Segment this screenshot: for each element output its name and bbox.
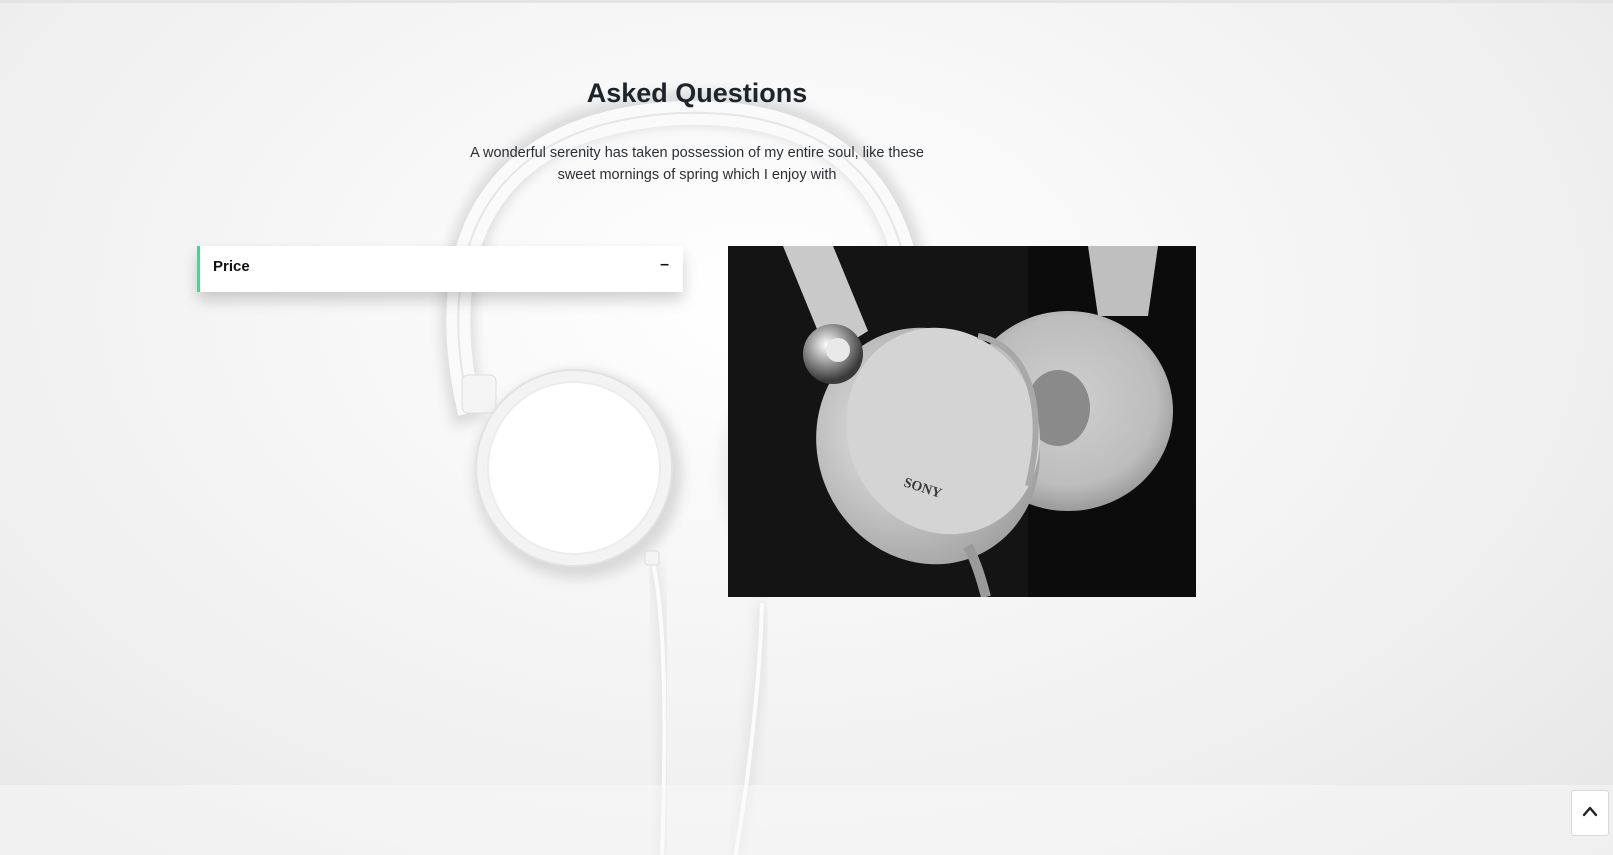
headphones-photo: SONY (728, 246, 1196, 597)
section-description: A wonderful serenity has taken possessio… (470, 145, 924, 183)
minus-icon[interactable]: – (660, 256, 669, 274)
chevron-up-icon (1582, 804, 1598, 822)
accordion-item-price[interactable]: Price – (197, 246, 683, 292)
section-title: Asked Questions (586, 78, 808, 108)
accordion-item-label: Price (213, 258, 250, 275)
lower-band (0, 785, 1613, 855)
scroll-to-top-button[interactable] (1571, 790, 1609, 836)
